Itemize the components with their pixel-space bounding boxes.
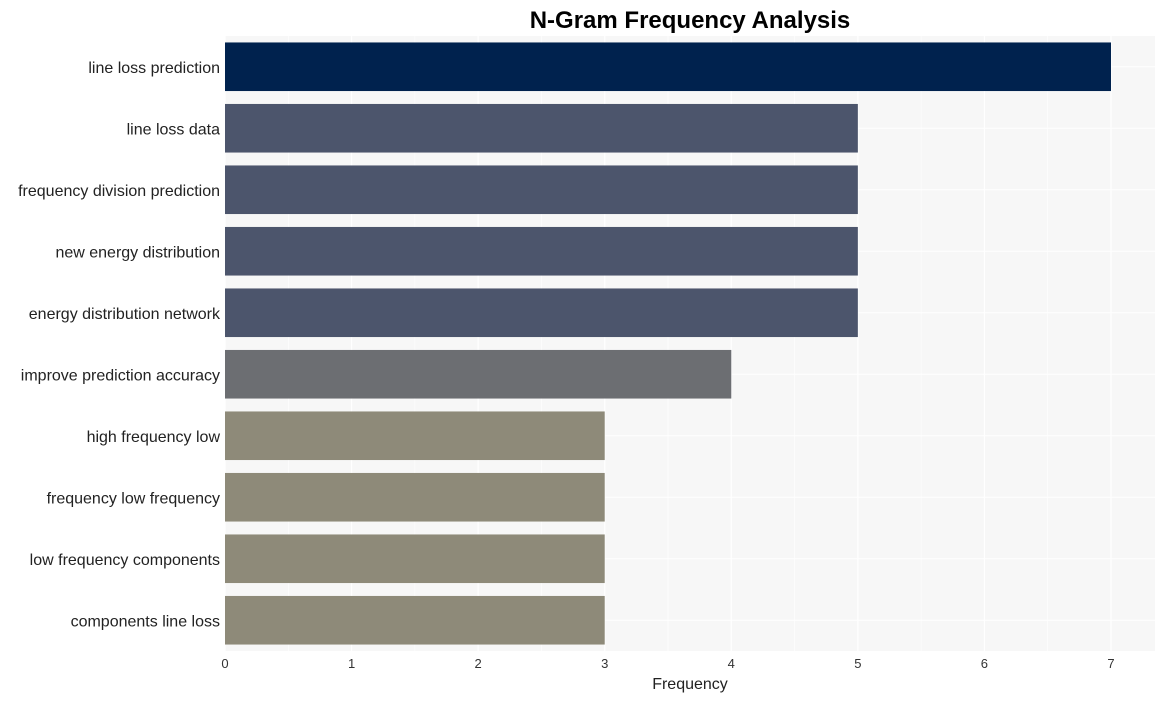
ngram-bar-chart: line loss prediction line loss data freque…	[18, 7, 1155, 693]
y-tick-label: line loss data	[127, 121, 220, 138]
x-tick-label: 4	[728, 656, 735, 671]
y-tick-label: high frequency low	[87, 429, 221, 446]
x-axis-ticks: 0 1 2 3 4 5 6 7	[221, 656, 1114, 671]
y-tick-label: frequency division prediction	[18, 183, 220, 200]
bar	[225, 534, 605, 584]
x-axis-label: Frequency	[652, 676, 728, 693]
y-tick-label: new energy distribution	[55, 244, 220, 261]
chart-title: N-Gram Frequency Analysis	[530, 7, 851, 34]
x-tick-label: 5	[854, 656, 861, 671]
bar	[225, 103, 858, 153]
x-tick-label: 0	[221, 656, 228, 671]
bar	[225, 411, 605, 461]
bar	[225, 595, 605, 645]
bar	[225, 349, 732, 399]
y-axis-labels: line loss prediction line loss data freque…	[18, 60, 221, 631]
x-tick-label: 7	[1107, 656, 1114, 671]
y-tick-label: energy distribution network	[29, 306, 221, 323]
y-tick-label: improve prediction accuracy	[21, 367, 220, 384]
y-tick-label: frequency low frequency	[47, 490, 220, 507]
x-tick-label: 2	[475, 656, 482, 671]
bar	[225, 288, 858, 338]
bar	[225, 165, 858, 215]
x-tick-label: 1	[348, 656, 355, 671]
bar	[225, 42, 1111, 92]
y-tick-label: components line loss	[71, 613, 220, 630]
x-tick-label: 3	[601, 656, 608, 671]
bar	[225, 472, 605, 522]
y-tick-label: low frequency components	[30, 552, 220, 569]
bar	[225, 226, 858, 276]
y-tick-label: line loss prediction	[88, 60, 220, 77]
x-tick-label: 6	[981, 656, 988, 671]
